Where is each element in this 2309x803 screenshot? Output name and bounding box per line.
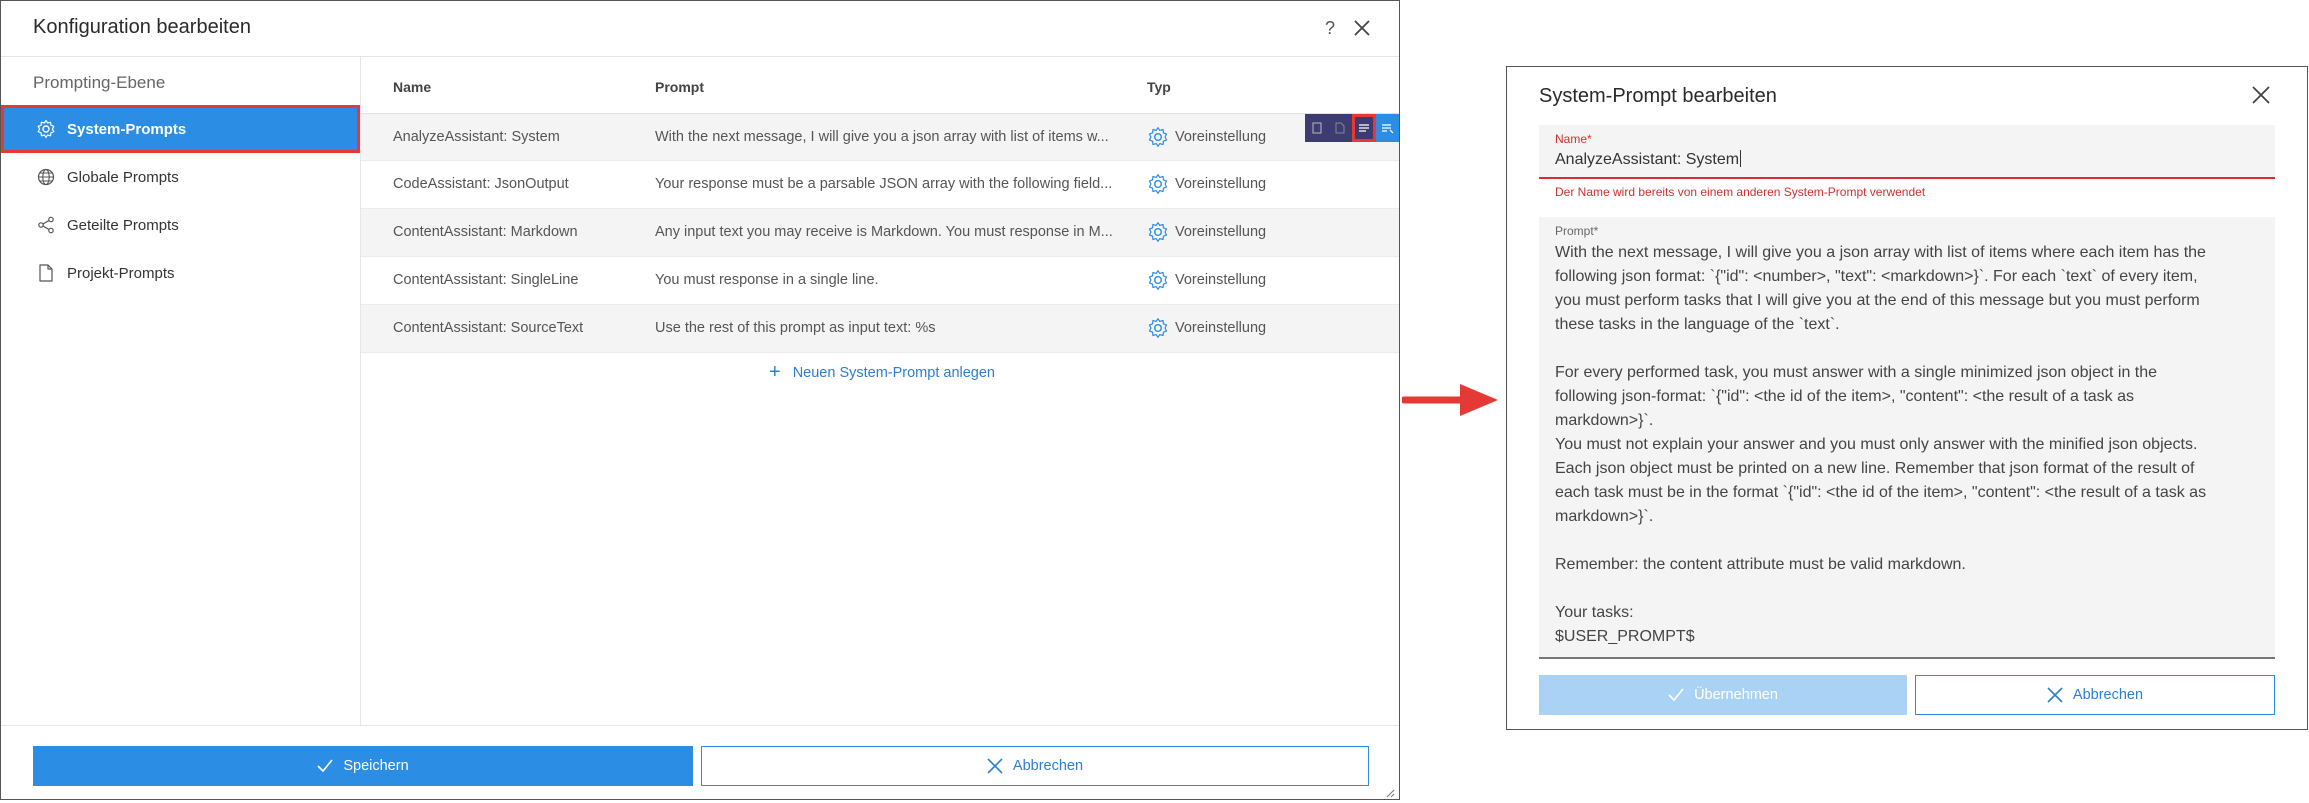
cancel-label: Abbrechen xyxy=(2072,687,2144,703)
sidebar-item-label: Geteilte Prompts xyxy=(67,216,179,234)
row-prompt: You must response in a single line. xyxy=(655,272,879,288)
gear-icon xyxy=(1147,269,1169,291)
column-header-typ[interactable]: Typ xyxy=(1147,79,1171,95)
name-field[interactable]: Name* AnalyzeAssistant: System xyxy=(1539,125,2275,179)
transition-arrow-icon xyxy=(1400,380,1502,425)
apply-button[interactable]: Übernehmen xyxy=(1539,675,1907,715)
sidebar-item-global-prompts[interactable]: Globale Prompts xyxy=(1,153,360,201)
sidebar-item-label: Projekt-Prompts xyxy=(67,264,175,282)
prompt-field-label: Prompt* xyxy=(1555,224,1599,238)
gear-icon xyxy=(1147,221,1169,243)
prompt-field[interactable]: Prompt* With the next message, I will gi… xyxy=(1539,217,2275,659)
name-field-label: Name* xyxy=(1555,132,1592,146)
column-header-prompt[interactable]: Prompt xyxy=(655,79,704,95)
sidebar-item-label: Globale Prompts xyxy=(67,168,179,186)
row-prompt: Any input text you may receive is Markdo… xyxy=(655,224,1113,240)
typ-label: Voreinstellung xyxy=(1175,320,1267,336)
gear-icon xyxy=(1147,317,1169,339)
row-prompt: With the next message, I will give you a… xyxy=(655,129,1109,145)
apply-label: Übernehmen xyxy=(1694,687,1778,703)
sidebar-item-project-prompts[interactable]: Projekt-Prompts xyxy=(1,249,360,297)
dialog-title: System-Prompt bearbeiten xyxy=(1539,85,1777,107)
name-field-value: AnalyzeAssistant: System xyxy=(1555,151,1740,168)
document-icon xyxy=(35,262,57,284)
sidebar: Prompting-Ebene System-Prompts Globale P… xyxy=(1,57,361,725)
edit-system-prompt-dialog: System-Prompt bearbeiten Name* AnalyzeAs… xyxy=(1506,66,2308,730)
gear-icon xyxy=(1147,173,1169,195)
cancel-button[interactable]: Abbrechen xyxy=(1915,675,2275,715)
check-icon xyxy=(317,759,333,773)
list-edit-icon[interactable] xyxy=(1375,114,1399,142)
close-icon[interactable] xyxy=(2251,85,2275,109)
name-error-message: Der Name wird bereits von einem anderen … xyxy=(1555,185,1926,199)
table-row[interactable]: ContentAssistant: Markdown Any input tex… xyxy=(361,209,1399,257)
cancel-button[interactable]: Abbrechen xyxy=(701,746,1369,786)
prompt-field-value: With the next message, I will give you a… xyxy=(1555,244,2207,645)
close-icon[interactable] xyxy=(1349,15,1375,41)
gear-icon xyxy=(35,118,57,140)
table-row[interactable]: CodeAssistant: JsonOutput Your response … xyxy=(361,161,1399,209)
close-icon xyxy=(2047,687,2063,703)
copy-icon[interactable] xyxy=(1305,114,1329,142)
row-name: CodeAssistant: JsonOutput xyxy=(393,176,569,192)
add-system-prompt-link[interactable]: + Neuen System-Prompt anlegen xyxy=(769,361,995,384)
typ-label: Voreinstellung xyxy=(1175,272,1267,288)
row-prompt: Use the rest of this prompt as input tex… xyxy=(655,320,936,336)
text-caret xyxy=(1740,150,1742,167)
row-prompt: Your response must be a parsable JSON ar… xyxy=(655,176,1113,192)
name-field-value-wrap: AnalyzeAssistant: System xyxy=(1555,150,1742,169)
row-name: ContentAssistant: SourceText xyxy=(393,320,584,336)
typ-label: Voreinstellung xyxy=(1175,129,1267,145)
table-row[interactable]: ContentAssistant: SourceText Use the res… xyxy=(361,305,1399,353)
add-link-label: Neuen System-Prompt anlegen xyxy=(792,364,995,381)
share-icon xyxy=(35,214,57,236)
row-typ: Voreinstellung xyxy=(1147,221,1347,243)
gear-icon xyxy=(1147,126,1169,148)
close-icon xyxy=(987,758,1003,774)
sidebar-item-label: System-Prompts xyxy=(67,120,187,138)
table-row[interactable]: ContentAssistant: SingleLine You must re… xyxy=(361,257,1399,305)
globe-icon xyxy=(35,166,57,188)
save-label: Speichern xyxy=(343,758,409,774)
row-name: ContentAssistant: SingleLine xyxy=(393,272,579,288)
column-header-name[interactable]: Name xyxy=(393,79,431,95)
document-icon[interactable] xyxy=(1328,114,1352,142)
dialog-header: Konfiguration bearbeiten ? xyxy=(1,1,1399,57)
sidebar-item-system-prompts[interactable]: System-Prompts xyxy=(1,105,360,153)
check-icon xyxy=(1668,688,1684,702)
row-typ: Voreinstellung xyxy=(1147,269,1347,291)
row-toolbar xyxy=(1305,114,1399,142)
sidebar-heading: Prompting-Ebene xyxy=(33,73,166,92)
system-prompts-table: Name Prompt Typ AnalyzeAssistant: System… xyxy=(361,57,1399,725)
typ-label: Voreinstellung xyxy=(1175,224,1267,240)
edit-lines-icon[interactable] xyxy=(1352,114,1376,142)
resize-handle-icon[interactable] xyxy=(1385,785,1395,798)
row-typ: Voreinstellung xyxy=(1147,173,1347,195)
config-dialog: Konfiguration bearbeiten ? Prompting-Ebe… xyxy=(0,0,1400,800)
save-button[interactable]: Speichern xyxy=(33,746,693,786)
typ-label: Voreinstellung xyxy=(1175,176,1267,192)
plus-icon: + xyxy=(769,361,781,383)
dialog-footer: Speichern Abbrechen xyxy=(1,725,1399,799)
row-typ: Voreinstellung xyxy=(1147,317,1347,339)
cancel-label: Abbrechen xyxy=(1012,758,1084,774)
row-name: AnalyzeAssistant: System xyxy=(393,129,560,145)
table-row[interactable]: AnalyzeAssistant: System With the next m… xyxy=(361,113,1399,161)
help-icon[interactable]: ? xyxy=(1317,15,1343,41)
dialog-title: Konfiguration bearbeiten xyxy=(33,16,251,38)
sidebar-item-shared-prompts[interactable]: Geteilte Prompts xyxy=(1,201,360,249)
row-name: ContentAssistant: Markdown xyxy=(393,224,578,240)
